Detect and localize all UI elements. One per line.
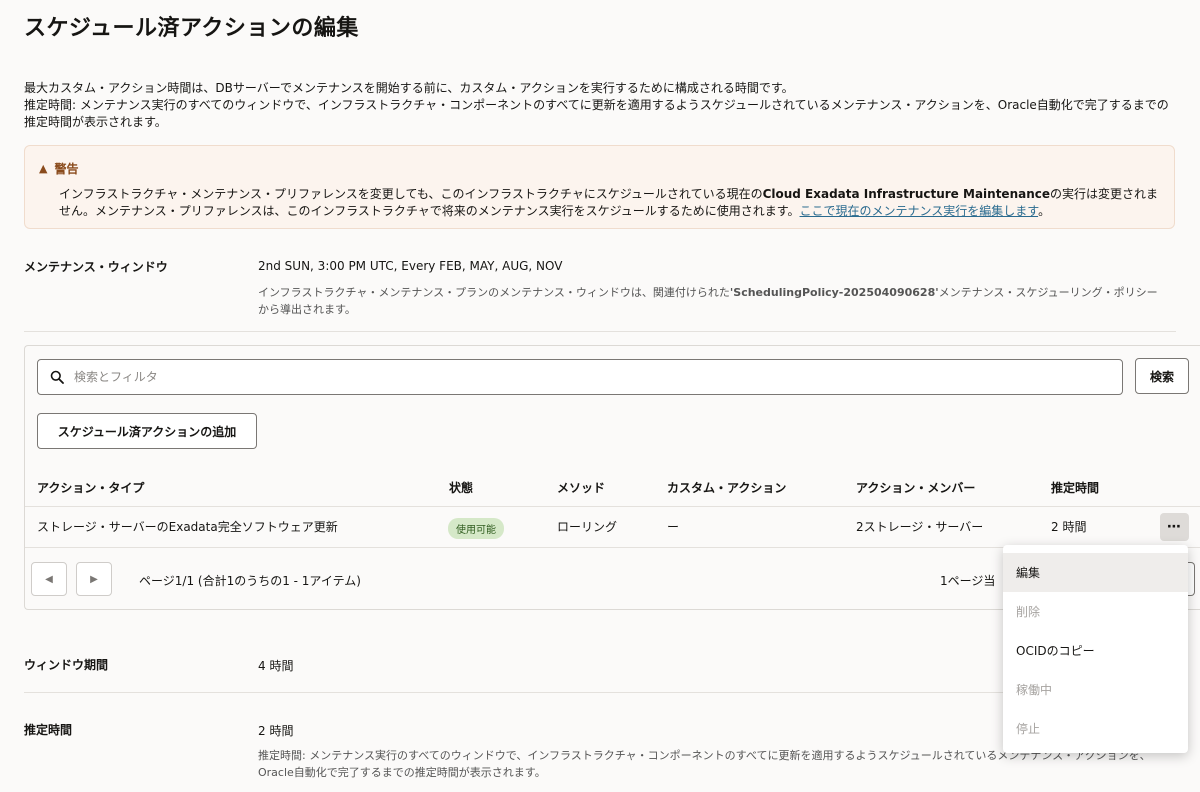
- column-header-custom-action[interactable]: カスタム・アクション: [667, 479, 786, 496]
- cell-method: ローリング: [557, 520, 618, 534]
- row-actions-menu: 編集 削除 OCIDのコピー 稼働中 停止: [1003, 545, 1188, 753]
- chevron-left-icon: ◀: [45, 573, 53, 585]
- menu-item-copy-ocid[interactable]: OCIDのコピー: [1003, 631, 1188, 670]
- column-header-status[interactable]: 状態: [449, 479, 473, 496]
- cell-custom-action: ー: [667, 520, 680, 534]
- warning-banner: ▲ 警告 インフラストラクチャ・メンテナンス・プリファレンスを変更しても、このイ…: [24, 145, 1175, 229]
- next-page-button[interactable]: ▶: [76, 562, 112, 596]
- search-input[interactable]: [74, 370, 1074, 384]
- warning-text-end: 。: [1038, 204, 1051, 218]
- cell-action-members: 2ストレージ・サーバー: [856, 520, 984, 534]
- scheduling-policy-name: 'SchedulingPolicy-202504090628': [729, 286, 939, 299]
- cell-estimated-time: 2 時間: [1051, 520, 1087, 534]
- search-input-container[interactable]: [37, 359, 1123, 395]
- maintenance-window-value: 2nd SUN, 3:00 PM UTC, Every FEB, MAY, AU…: [258, 259, 563, 273]
- window-duration-label: ウィンドウ期間: [24, 658, 109, 672]
- warning-header: ▲ 警告: [39, 160, 1160, 177]
- warning-body: インフラストラクチャ・メンテナンス・プリファレンスを変更しても、このインフラスト…: [59, 186, 1160, 220]
- maintenance-window-description: インフラストラクチャ・メンテナンス・プランのメンテナンス・ウィンドウは、関連付け…: [258, 284, 1168, 318]
- description-line-2: 推定時間: メンテナンス実行のすべてのウィンドウで、インフラストラクチャ・コンポ…: [24, 98, 1169, 129]
- status-badge: 使用可能: [448, 518, 504, 539]
- window-duration-value: 4 時間: [258, 659, 294, 673]
- warning-title: 警告: [54, 162, 79, 176]
- menu-item-stop: 停止: [1016, 722, 1041, 736]
- maintenance-window-label: メンテナンス・ウィンドウ: [24, 260, 168, 274]
- page-title: スケジュール済アクションの編集: [24, 16, 359, 41]
- search-button[interactable]: 検索: [1135, 358, 1189, 394]
- column-header-estimated-time[interactable]: 推定時間: [1051, 479, 1099, 496]
- column-header-action-members[interactable]: アクション・メンバー: [856, 479, 975, 496]
- column-header-method[interactable]: メソッド: [557, 479, 605, 496]
- menu-item-running: 稼働中: [1016, 683, 1053, 697]
- warning-icon: ▲: [39, 162, 48, 175]
- estimated-time-label: 推定時間: [24, 723, 73, 737]
- edit-current-maintenance-link[interactable]: ここで現在のメンテナンス実行を編集します: [800, 204, 1039, 218]
- column-header-action-type[interactable]: アクション・タイプ: [37, 479, 144, 496]
- warning-text: インフラストラクチャ・メンテナンス・プリファレンスを変更しても、このインフラスト…: [59, 187, 763, 201]
- cell-action-type: ストレージ・サーバーのExadata完全ソフトウェア更新: [37, 520, 338, 534]
- estimated-time-value: 2 時間: [258, 724, 294, 738]
- menu-item-delete: 削除: [1016, 605, 1041, 619]
- description-line-1: 最大カスタム・アクション時間は、DBサーバーでメンテナンスを開始する前に、カスタ…: [24, 81, 794, 95]
- table-header-divider: [25, 506, 1200, 507]
- divider: [24, 331, 1176, 332]
- row-actions-button[interactable]: ⋯: [1160, 513, 1189, 541]
- previous-page-button[interactable]: ◀: [31, 562, 67, 596]
- warning-bold-text: Cloud Exadata Infrastructure Maintenance: [762, 187, 1051, 201]
- search-icon: [50, 370, 64, 384]
- description: 最大カスタム・アクション時間は、DBサーバーでメンテナンスを開始する前に、カスタ…: [24, 80, 1174, 131]
- chevron-right-icon: ▶: [90, 573, 98, 585]
- pagination-info: ページ1/1 (合計1のうちの1 - 1アイテム): [139, 574, 361, 588]
- more-icon: ⋯: [1167, 519, 1182, 535]
- maintenance-window-sub-text: インフラストラクチャ・メンテナンス・プランのメンテナンス・ウィンドウは、関連付け…: [258, 286, 730, 299]
- menu-item-edit[interactable]: 編集: [1003, 553, 1188, 592]
- items-per-page-label: 1ページ当: [940, 574, 996, 588]
- add-scheduled-action-button[interactable]: スケジュール済アクションの追加: [37, 413, 257, 449]
